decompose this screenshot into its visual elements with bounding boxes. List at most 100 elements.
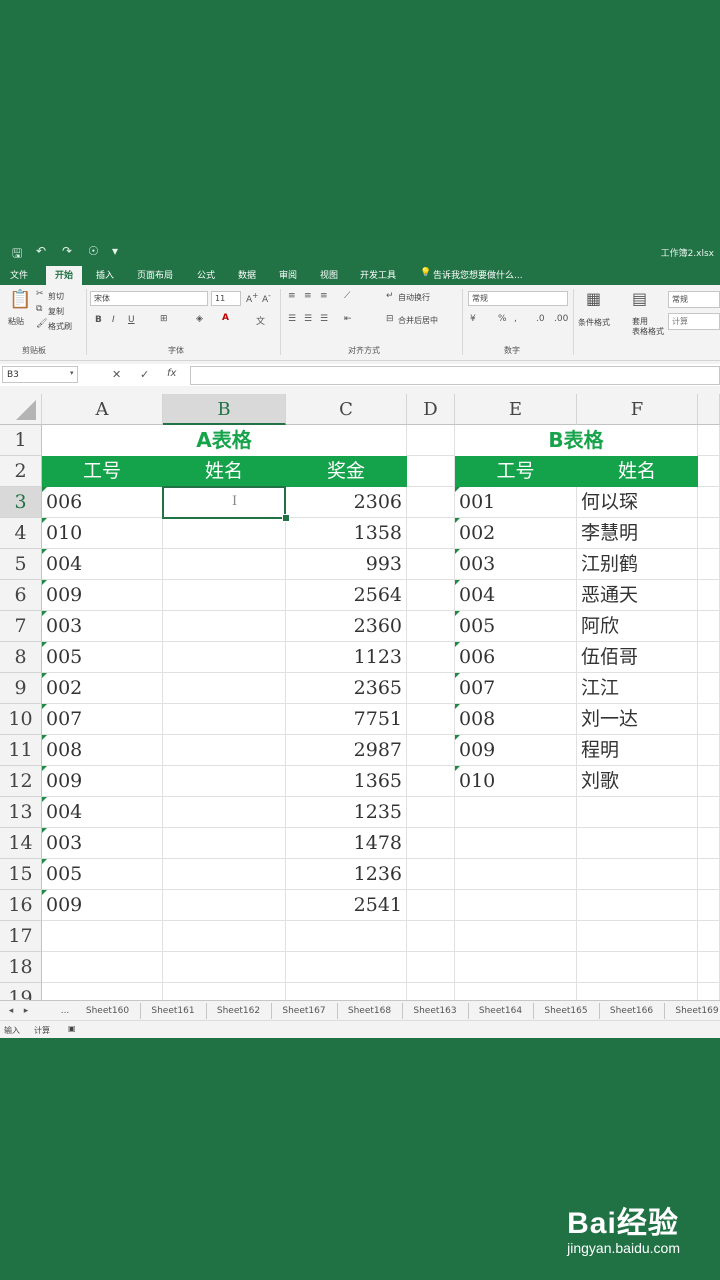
cell-d14[interactable] (407, 828, 455, 859)
increase-font-icon[interactable]: A+ (246, 291, 258, 305)
cell-d7[interactable] (407, 611, 455, 642)
cell-f9[interactable]: 江江 (577, 673, 698, 704)
cell-f6[interactable]: 恶通天 (577, 580, 698, 611)
copy-icon[interactable]: ⧉ (36, 304, 42, 314)
format-painter-button[interactable]: 格式刷 (48, 321, 72, 332)
cell-f15[interactable] (577, 859, 698, 890)
cell-g7[interactable] (698, 611, 720, 642)
column-header-c[interactable]: C (286, 394, 407, 425)
cell-e16[interactable] (455, 890, 577, 921)
decrease-font-icon[interactable]: A- (262, 291, 271, 305)
cell-a12[interactable]: 009 (42, 766, 163, 797)
row-header-5[interactable]: 5 (0, 549, 42, 580)
copy-button[interactable]: 复制 (48, 306, 64, 317)
underline-icon[interactable]: U (128, 315, 135, 325)
align-right-icon[interactable]: ☰ (320, 314, 328, 324)
cell-c10[interactable]: 7751 (286, 704, 407, 735)
sheet-tab-6[interactable]: Sheet163 (403, 1003, 469, 1019)
align-left-icon[interactable]: ☰ (288, 314, 296, 324)
tab-developer[interactable]: 开发工具 (360, 268, 396, 281)
italic-icon[interactable]: I (112, 315, 115, 325)
cell-g8[interactable] (698, 642, 720, 673)
sheet-tab-9[interactable]: Sheet166 (599, 1003, 665, 1019)
tab-page-layout[interactable]: 页面布局 (137, 268, 173, 281)
sheet-tab-10[interactable]: Sheet169 (665, 1003, 720, 1019)
bold-icon[interactable]: B (95, 315, 102, 325)
row-header-11[interactable]: 11 (0, 735, 42, 766)
cell-e6[interactable]: 004 (455, 580, 577, 611)
style-normal[interactable]: 常规 (668, 291, 720, 308)
formula-input[interactable] (190, 366, 720, 385)
sheet-tab-7[interactable]: Sheet164 (468, 1003, 534, 1019)
cell-g15[interactable] (698, 859, 720, 890)
cell-c7[interactable]: 2360 (286, 611, 407, 642)
cell-c14[interactable]: 1478 (286, 828, 407, 859)
cell-c18[interactable] (286, 952, 407, 983)
cell-a10[interactable]: 007 (42, 704, 163, 735)
font-size-select[interactable]: 11 (211, 291, 241, 306)
table-b-title[interactable]: B表格 (455, 425, 698, 456)
cancel-icon[interactable]: ✕ (112, 368, 121, 381)
name-box[interactable]: B3 (2, 366, 78, 383)
cell-a5[interactable]: 004 (42, 549, 163, 580)
cell-g14[interactable] (698, 828, 720, 859)
row-header-9[interactable]: 9 (0, 673, 42, 704)
conditional-format-icon[interactable]: ▦ (586, 289, 601, 308)
align-top-icon[interactable]: ≡ (288, 291, 296, 301)
merge-center-button[interactable]: 合并后居中 (398, 315, 438, 326)
brush-icon[interactable]: 🖌 (36, 319, 47, 329)
indent-icon[interactable]: ⇤ (344, 314, 352, 324)
cell-c4[interactable]: 1358 (286, 518, 407, 549)
table-a-header-c[interactable]: 奖金 (286, 456, 407, 487)
cell-b18[interactable] (163, 952, 286, 983)
paste-button[interactable]: 粘贴 (8, 316, 24, 327)
cell-d17[interactable] (407, 921, 455, 952)
cell-a6[interactable]: 009 (42, 580, 163, 611)
cell-d11[interactable] (407, 735, 455, 766)
cell-f7[interactable]: 阿欣 (577, 611, 698, 642)
cell-e17[interactable] (455, 921, 577, 952)
fill-color-icon[interactable]: ◈ (196, 314, 203, 324)
cell-e5[interactable]: 003 (455, 549, 577, 580)
cell-c8[interactable]: 1123 (286, 642, 407, 673)
align-center-icon[interactable]: ☰ (304, 314, 312, 324)
comma-icon[interactable]: , (514, 314, 517, 324)
cell-d10[interactable] (407, 704, 455, 735)
cell-g12[interactable] (698, 766, 720, 797)
cell-b19[interactable] (163, 983, 286, 1000)
select-all-corner[interactable] (0, 394, 42, 425)
cell-e3[interactable]: 001 (455, 487, 577, 518)
cell-d18[interactable] (407, 952, 455, 983)
save-icon[interactable]: 🖫 (12, 244, 22, 265)
cell-c9[interactable]: 2365 (286, 673, 407, 704)
customize-qat-icon[interactable]: ▾ (112, 244, 118, 258)
macro-record-icon[interactable]: ▣ (68, 1024, 76, 1033)
percent-icon[interactable]: % (498, 314, 507, 324)
cell-f5[interactable]: 江别鹤 (577, 549, 698, 580)
column-header-d[interactable]: D (407, 394, 455, 425)
cell-e11[interactable]: 009 (455, 735, 577, 766)
cell-f11[interactable]: 程明 (577, 735, 698, 766)
table-a-title[interactable]: A表格 (42, 425, 407, 456)
cell-c16[interactable]: 2541 (286, 890, 407, 921)
paste-icon[interactable]: 📋 (9, 289, 31, 310)
table-b-header-f[interactable]: 姓名 (577, 456, 698, 487)
cell-f3[interactable]: 何以琛 (577, 487, 698, 518)
cell-e14[interactable] (455, 828, 577, 859)
decrease-decimal-icon[interactable]: .00 (554, 314, 568, 324)
row-header-1[interactable]: 1 (0, 425, 42, 456)
row-header-3[interactable]: 3 (0, 487, 42, 518)
table-b-header-e[interactable]: 工号 (455, 456, 577, 487)
column-header-g[interactable] (698, 394, 720, 425)
cell-b10[interactable] (163, 704, 286, 735)
cell-c17[interactable] (286, 921, 407, 952)
cell-f13[interactable] (577, 797, 698, 828)
tab-review[interactable]: 审阅 (279, 268, 297, 281)
cell-c13[interactable]: 1235 (286, 797, 407, 828)
row-header-14[interactable]: 14 (0, 828, 42, 859)
insert-function-icon[interactable]: fx (167, 368, 176, 379)
row-header-4[interactable]: 4 (0, 518, 42, 549)
format-as-table-icon[interactable]: ▤ (632, 289, 647, 308)
cell-d16[interactable] (407, 890, 455, 921)
cell-e8[interactable]: 006 (455, 642, 577, 673)
